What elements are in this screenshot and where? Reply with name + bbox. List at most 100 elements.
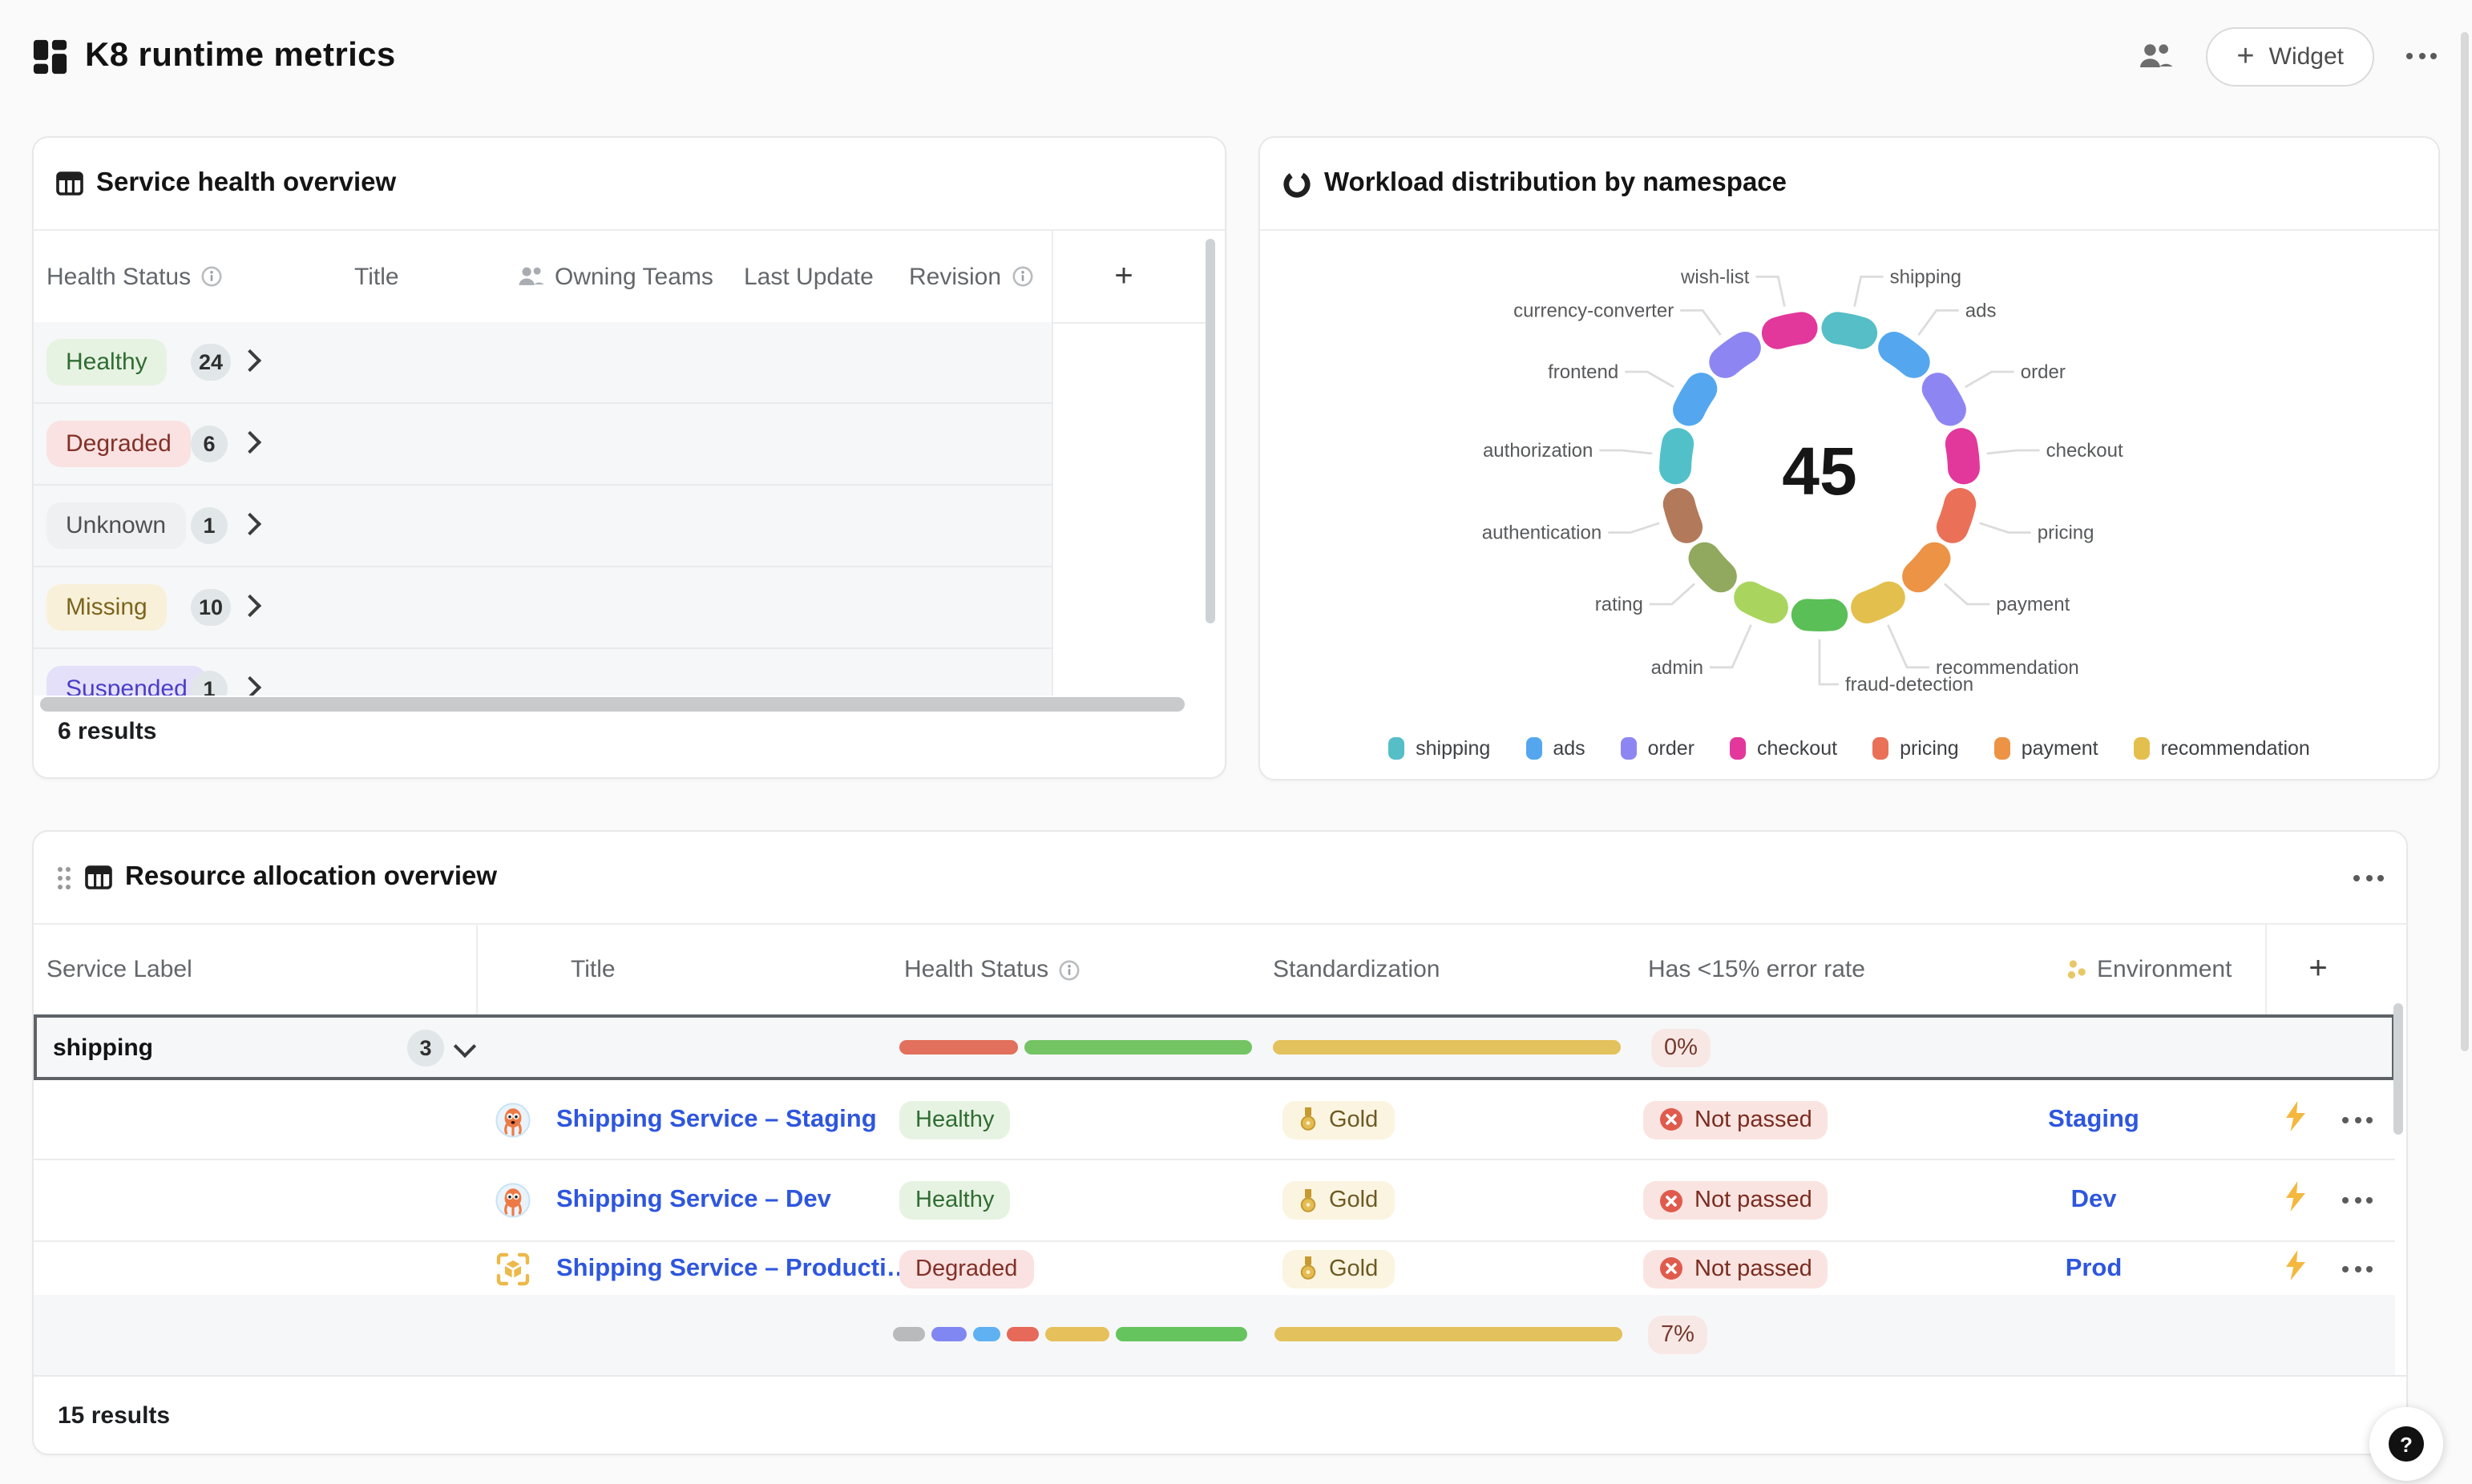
health-row-suspended[interactable]: Suspended 1: [34, 649, 1052, 696]
status-badge: Healthy: [46, 339, 167, 385]
teams-icon: [518, 265, 545, 288]
workload-donut-chart: 45 shippingadsordercheckoutpricingpaymen…: [1260, 231, 2442, 736]
service-link[interactable]: Shipping Service – Producti…: [556, 1254, 911, 1283]
legend-label: recommendation: [2161, 737, 2310, 760]
chevron-right-icon[interactable]: [242, 593, 258, 622]
info-icon: [1058, 958, 1080, 981]
service-row-staging[interactable]: Shipping Service – Staging Healthy Gold …: [34, 1080, 2395, 1160]
donut-segment-recommendation[interactable]: [1867, 598, 1889, 607]
column-title[interactable]: Title: [354, 263, 399, 290]
legend-item[interactable]: checkout: [1730, 737, 1837, 760]
legend-swatch: [1388, 737, 1404, 760]
count-badge: 3: [407, 1029, 444, 1066]
donut-label: frontend: [1548, 361, 1618, 383]
table-icon: [85, 864, 112, 891]
bolt-icon[interactable]: [2284, 1181, 2307, 1220]
column-standardization[interactable]: Standardization: [1273, 956, 1440, 983]
chevron-down-icon[interactable]: [457, 1033, 473, 1062]
donut-segment-authentication[interactable]: [1679, 504, 1686, 527]
health-row-healthy[interactable]: Healthy 24: [34, 322, 1052, 404]
donut-segment-order[interactable]: [1938, 389, 1950, 409]
health-row-missing[interactable]: Missing 10: [34, 567, 1052, 649]
donut-label: authorization: [1483, 440, 1593, 462]
chevron-right-icon[interactable]: [242, 675, 258, 696]
donut-segment-admin[interactable]: [1750, 598, 1772, 607]
drag-handle-icon[interactable]: [56, 865, 72, 890]
legend-item[interactable]: ads: [1525, 737, 1585, 760]
donut-label: fraud-detection: [1845, 674, 1973, 696]
service-link[interactable]: Shipping Service – Dev: [556, 1186, 831, 1215]
column-health-status[interactable]: Health Status: [904, 956, 1080, 983]
donut-segment-pricing[interactable]: [1953, 504, 1960, 527]
environment-link[interactable]: Staging: [2048, 1105, 2139, 1132]
row-menu-button[interactable]: [2342, 1197, 2373, 1204]
horizontal-scrollbar[interactable]: [40, 697, 1185, 712]
donut-leader-line: [1755, 276, 1784, 306]
column-error-rate[interactable]: Has <15% error rate: [1648, 956, 1865, 983]
add-column-button[interactable]: +: [2299, 951, 2337, 988]
page-scrollbar[interactable]: [2461, 32, 2469, 1051]
column-last-update[interactable]: Last Update: [744, 263, 874, 290]
legend-label: order: [1648, 737, 1694, 760]
donut-segment-authorization[interactable]: [1675, 444, 1678, 468]
legend-item[interactable]: order: [1621, 737, 1694, 760]
service-row-dev[interactable]: Shipping Service – Dev Healthy Gold Not …: [34, 1160, 2395, 1242]
chevron-right-icon[interactable]: [242, 511, 258, 540]
donut-segment-checkout[interactable]: [1961, 444, 1964, 468]
donut-segment-wish-list[interactable]: [1778, 328, 1802, 333]
donut-segment-payment[interactable]: [1918, 559, 1934, 577]
bolt-icon[interactable]: [2284, 1100, 2307, 1139]
standardization-badge: Gold: [1282, 1181, 1394, 1220]
donut-segment-rating[interactable]: [1705, 559, 1721, 577]
group-row-shipping[interactable]: shipping 3 0%: [34, 1014, 2395, 1080]
donut-label: admin: [1651, 657, 1703, 679]
row-menu-button[interactable]: [2342, 1265, 2373, 1272]
legend-label: payment: [2022, 737, 2098, 760]
column-environment[interactable]: Environment: [2066, 956, 2232, 983]
bolt-icon[interactable]: [2284, 1249, 2307, 1288]
health-row-degraded[interactable]: Degraded 6: [34, 404, 1052, 486]
donut-center-total: 45: [1782, 434, 1856, 509]
service-link[interactable]: Shipping Service – Staging: [556, 1105, 877, 1134]
legend-item[interactable]: recommendation: [2134, 737, 2310, 760]
service-row-production[interactable]: Shipping Service – Producti… Degraded Go…: [34, 1242, 2395, 1295]
legend-label: checkout: [1757, 737, 1837, 760]
chart-legend: shipping ads order checkout pricing payment re…: [1260, 737, 2438, 760]
legend-item[interactable]: payment: [1994, 737, 2098, 760]
column-title[interactable]: Title: [571, 956, 616, 983]
donut-segment-frontend[interactable]: [1689, 389, 1701, 409]
medal-icon: [1299, 1107, 1318, 1131]
column-health-status[interactable]: Health Status: [46, 263, 223, 290]
environment-link[interactable]: Prod: [2066, 1254, 2123, 1281]
legend-item[interactable]: shipping: [1388, 737, 1490, 760]
donut-segment-shipping[interactable]: [1837, 328, 1861, 333]
environment-link[interactable]: Dev: [2071, 1186, 2117, 1213]
vertical-scrollbar[interactable]: [2393, 1003, 2403, 1135]
panel-title: Service health overview: [96, 168, 396, 199]
column-service-label[interactable]: Service Label: [46, 956, 192, 983]
column-revision[interactable]: Revision: [909, 263, 1033, 290]
add-widget-button[interactable]: + Widget: [2206, 26, 2374, 86]
donut-leader-line: [1855, 276, 1884, 306]
row-menu-button[interactable]: [2342, 1116, 2373, 1123]
ellipsis-icon: [2342, 1197, 2373, 1204]
table-footer-separator: [34, 1375, 2406, 1377]
group-row-partial[interactable]: 7%: [34, 1295, 2395, 1375]
page-menu-button[interactable]: [2406, 53, 2437, 59]
health-badge: Healthy: [899, 1181, 1010, 1220]
standardization-badge: Gold: [1282, 1249, 1394, 1288]
health-row-unknown[interactable]: Unknown 1: [34, 486, 1052, 567]
count-badge: 24: [191, 344, 231, 381]
chevron-right-icon[interactable]: [242, 429, 258, 458]
help-button[interactable]: ?: [2369, 1407, 2443, 1481]
add-column-button[interactable]: +: [1105, 258, 1143, 295]
legend-swatch: [1872, 737, 1888, 760]
panel-menu-button[interactable]: [2353, 874, 2384, 881]
legend-item[interactable]: pricing: [1872, 737, 1959, 760]
donut-segment-ads[interactable]: [1894, 348, 1914, 362]
vertical-scrollbar[interactable]: [1206, 239, 1215, 623]
share-users-button[interactable]: [2139, 42, 2174, 71]
column-owning-teams[interactable]: Owning Teams: [518, 263, 713, 290]
chevron-right-icon[interactable]: [242, 348, 258, 377]
donut-segment-currency-converter[interactable]: [1725, 348, 1745, 362]
